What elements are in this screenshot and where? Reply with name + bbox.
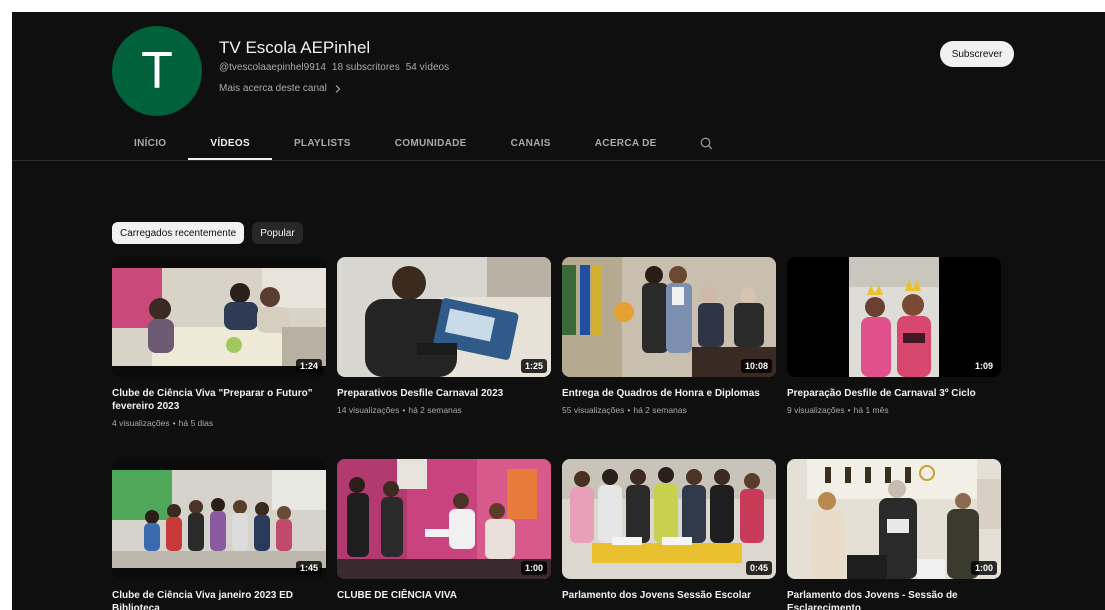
thumbnail-image: [562, 459, 776, 579]
channel-meta: @tvescolaaepinhel9914 18 subscritores 54…: [219, 62, 449, 73]
chip-popular[interactable]: Popular: [252, 222, 303, 244]
video-card[interactable]: 1:24 Clube de Ciência Viva "Preparar o F…: [112, 257, 326, 428]
stats-separator: •: [847, 405, 851, 415]
channel-handle: @tvescolaaepinhel9914: [219, 62, 326, 73]
video-title[interactable]: Preparação Desfile de Carnaval 3º Ciclo: [787, 387, 1001, 400]
video-views: 14 visualizações: [337, 405, 400, 415]
tab-acerca-de[interactable]: ACERCA DE: [573, 128, 679, 160]
video-title[interactable]: CLUBE DE CIÊNCIA VIVA: [337, 589, 551, 602]
video-thumbnail[interactable]: 1:24: [112, 257, 326, 377]
video-duration: 1:00: [520, 561, 547, 575]
channel-name: TV Escola AEPinhel: [219, 38, 371, 57]
video-thumbnail[interactable]: 0:45: [562, 459, 776, 579]
video-thumbnail[interactable]: 1:00: [787, 459, 1001, 579]
video-age: há 5 dias: [178, 418, 214, 428]
video-title[interactable]: Preparativos Desfile Carnaval 2023: [337, 387, 551, 400]
video-stats: 4 visualizações • há 5 dias: [112, 418, 326, 428]
video-count: 54 vídeos: [405, 62, 450, 73]
thumbnail-image: [112, 257, 326, 377]
video-title[interactable]: Clube de Ciência Viva "Preparar o Futuro…: [112, 387, 326, 413]
video-stats: 14 visualizações • há 2 semanas: [337, 405, 551, 415]
about-channel-link[interactable]: Mais acerca deste canal: [219, 83, 343, 94]
subscriber-count: 18 subscritores: [331, 62, 400, 73]
subscribe-button[interactable]: Subscrever: [940, 41, 1014, 67]
video-age: há 2 semanas: [408, 405, 462, 415]
video-views: 4 visualizações: [112, 418, 170, 428]
video-thumbnail[interactable]: 1:25: [337, 257, 551, 377]
search-icon: [700, 137, 713, 150]
tabs-divider: [12, 160, 1105, 161]
chevron-right-icon: [335, 84, 341, 93]
tab-comunidade[interactable]: COMUNIDADE: [373, 128, 489, 160]
video-card[interactable]: 10:08 Entrega de Quadros de Honra e Dipl…: [562, 257, 776, 415]
video-thumbnail[interactable]: 1:45: [112, 459, 326, 579]
video-card[interactable]: 0:45 Parlamento dos Jovens Sessão Escola…: [562, 459, 776, 602]
youtube-channel-page: T TV Escola AEPinhel @tvescolaaepinhel99…: [12, 12, 1105, 610]
video-stats: 55 visualizações • há 2 semanas: [562, 405, 776, 415]
video-age: há 1 mês: [853, 405, 889, 415]
video-card[interactable]: 1:00 Parlamento dos Jovens - Sessão de E…: [787, 459, 1001, 610]
video-card[interactable]: 1:25 Preparativos Desfile Carnaval 2023 …: [337, 257, 551, 415]
video-card[interactable]: 1:00 CLUBE DE CIÊNCIA VIVA: [337, 459, 551, 602]
chip-recently-uploaded[interactable]: Carregados recentemente: [112, 222, 245, 244]
video-views: 9 visualizações: [787, 405, 845, 415]
tab-canais[interactable]: CANAIS: [489, 128, 573, 160]
about-channel-label: Mais acerca deste canal: [219, 83, 327, 94]
video-age: há 2 semanas: [633, 405, 687, 415]
thumbnail-image: [112, 459, 326, 579]
tab-videos[interactable]: VÍDEOS: [188, 128, 272, 160]
stats-separator: •: [172, 418, 176, 428]
stats-separator: •: [402, 405, 406, 415]
video-duration: 0:45: [745, 561, 772, 575]
video-duration: 1:25: [520, 359, 547, 373]
video-thumbnail[interactable]: 10:08: [562, 257, 776, 377]
video-card[interactable]: 1:09 Preparação Desfile de Carnaval 3º C…: [787, 257, 1001, 415]
thumbnail-image: [337, 459, 551, 579]
tab-playlists[interactable]: PLAYLISTS: [272, 128, 373, 160]
video-thumbnail[interactable]: 1:00: [337, 459, 551, 579]
video-duration: 10:08: [740, 359, 772, 373]
filter-chips: Carregados recentemente Popular: [112, 222, 303, 244]
video-title[interactable]: Parlamento dos Jovens - Sessão de Esclar…: [787, 589, 1001, 610]
channel-avatar[interactable]: T: [112, 26, 202, 116]
video-duration: 1:09: [970, 359, 997, 373]
thumbnail-image: [787, 459, 1001, 579]
video-stats: 9 visualizações • há 1 mês: [787, 405, 1001, 415]
video-title[interactable]: Clube de Ciência Viva janeiro 2023 ED Bi…: [112, 589, 326, 610]
channel-header: T TV Escola AEPinhel @tvescolaaepinhel99…: [12, 12, 1105, 160]
video-card[interactable]: 1:45 Clube de Ciência Viva janeiro 2023 …: [112, 459, 326, 610]
tab-inicio[interactable]: INÍCIO: [112, 128, 188, 160]
video-duration: 1:00: [970, 561, 997, 575]
video-thumbnail[interactable]: 1:09: [787, 257, 1001, 377]
thumbnail-image: [337, 257, 551, 377]
video-duration: 1:45: [295, 561, 322, 575]
video-title[interactable]: Parlamento dos Jovens Sessão Escolar: [562, 589, 776, 602]
stats-separator: •: [627, 405, 631, 415]
channel-tabs: INÍCIO VÍDEOS PLAYLISTS COMUNIDADE CANAI…: [112, 128, 727, 160]
channel-search-button[interactable]: [687, 128, 727, 160]
video-views: 55 visualizações: [562, 405, 625, 415]
video-title[interactable]: Entrega de Quadros de Honra e Diplomas: [562, 387, 776, 400]
thumbnail-image: [787, 257, 1001, 377]
video-duration: 1:24: [295, 359, 322, 373]
